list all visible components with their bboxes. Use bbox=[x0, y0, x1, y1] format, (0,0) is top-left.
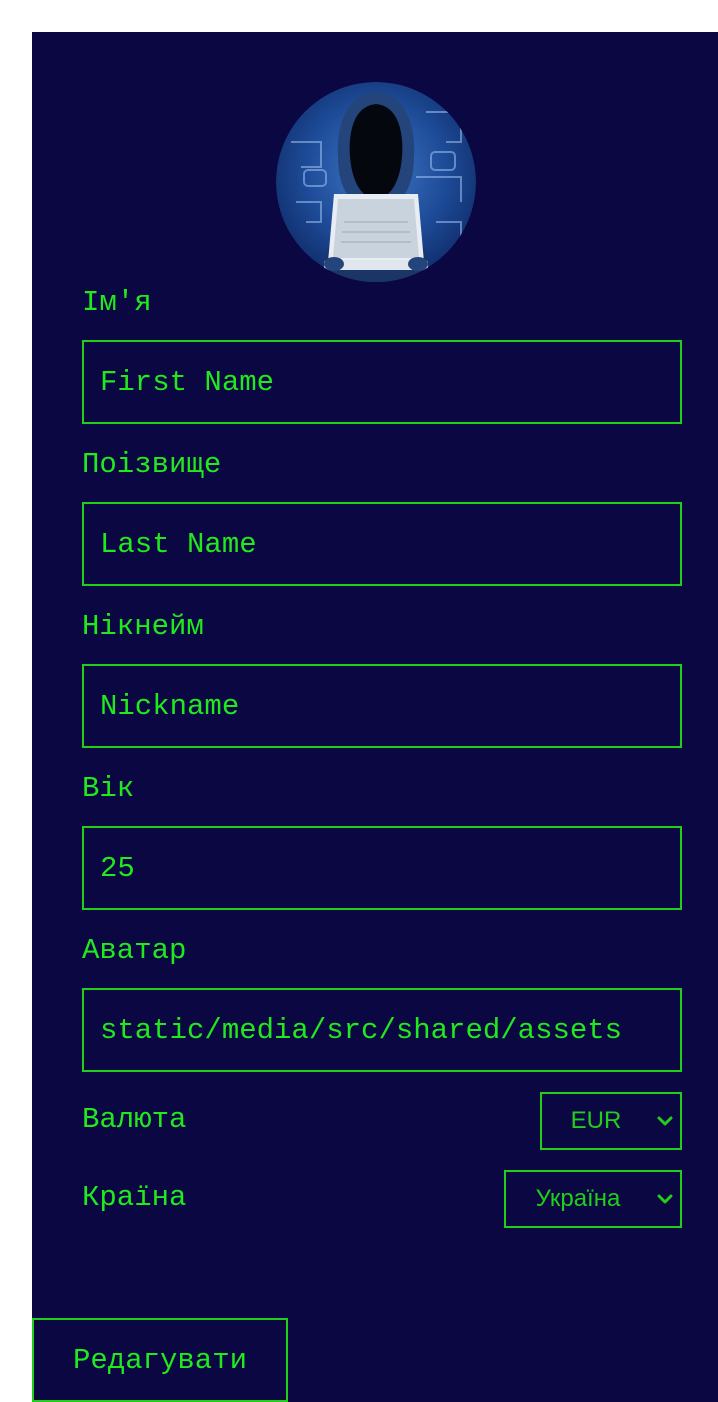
last-name-label: Поізвище bbox=[82, 448, 222, 481]
currency-value: EUR bbox=[570, 1107, 622, 1134]
last-name-input[interactable] bbox=[82, 502, 682, 586]
currency-select[interactable]: EUR bbox=[540, 1092, 682, 1150]
country-label: Країна bbox=[82, 1181, 187, 1214]
currency-label: Валюта bbox=[82, 1103, 187, 1136]
avatar bbox=[276, 82, 476, 282]
avatar-url-input[interactable] bbox=[82, 988, 682, 1072]
first-name-input[interactable] bbox=[82, 340, 682, 424]
country-value: Україна bbox=[535, 1185, 621, 1212]
country-select[interactable]: Україна bbox=[504, 1170, 682, 1228]
age-input[interactable] bbox=[82, 826, 682, 910]
nickname-input[interactable] bbox=[82, 664, 682, 748]
chevron-down-icon bbox=[650, 1115, 680, 1127]
avatar-url-label: Аватар bbox=[82, 934, 187, 967]
chevron-down-icon bbox=[650, 1193, 680, 1205]
edit-button[interactable]: Редагувати bbox=[32, 1318, 288, 1402]
age-label: Вік bbox=[82, 772, 135, 805]
nickname-label: Нікнейм bbox=[82, 610, 204, 643]
first-name-label: Ім'я bbox=[82, 286, 152, 319]
hacker-avatar-icon bbox=[276, 82, 476, 282]
profile-card: Ім'я Поізвище Нікнейм Вік Аватар Валюта … bbox=[32, 32, 718, 1402]
